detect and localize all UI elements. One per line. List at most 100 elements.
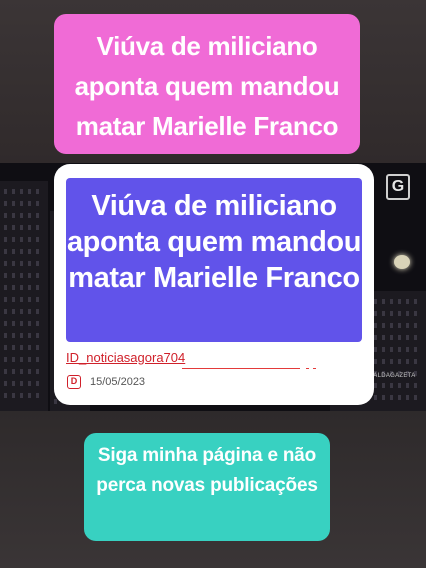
- building-window: [12, 237, 15, 242]
- street-light: [394, 255, 410, 269]
- building-window: [28, 201, 31, 206]
- building-window: [20, 309, 23, 314]
- building-window: [406, 299, 409, 304]
- building-window: [4, 333, 7, 338]
- building-window: [414, 311, 417, 316]
- building-window: [12, 369, 15, 374]
- building: [0, 181, 48, 411]
- building-window: [4, 237, 7, 242]
- building-window: [4, 213, 7, 218]
- building-window: [382, 347, 385, 352]
- building-window: [398, 299, 401, 304]
- building-window: [4, 225, 7, 230]
- building-window: [4, 309, 7, 314]
- building-window: [406, 347, 409, 352]
- building-window: [20, 285, 23, 290]
- tv-logo-icon: G: [386, 174, 410, 200]
- building-window: [28, 297, 31, 302]
- building-window: [382, 395, 385, 400]
- building-window: [28, 189, 31, 194]
- building-window: [398, 347, 401, 352]
- building-window: [398, 323, 401, 328]
- building-window: [36, 213, 39, 218]
- news-card[interactable]: Viúva de miliciano aponta quem mandou ma…: [54, 164, 374, 405]
- building: [370, 291, 426, 411]
- building-window: [28, 381, 31, 386]
- card-divider: [182, 368, 300, 369]
- building-window: [406, 395, 409, 400]
- building-window: [382, 383, 385, 388]
- building-window: [20, 273, 23, 278]
- building-window: [28, 225, 31, 230]
- building-window: [382, 323, 385, 328]
- building-window: [20, 225, 23, 230]
- building-window: [4, 345, 7, 350]
- building-window: [374, 335, 377, 340]
- building-window: [4, 369, 7, 374]
- building-window: [4, 357, 7, 362]
- building-window: [414, 299, 417, 304]
- building-window: [414, 359, 417, 364]
- building-window: [374, 323, 377, 328]
- building-window: [4, 285, 7, 290]
- building-window: [382, 335, 385, 340]
- building-window: [4, 249, 7, 254]
- building-window: [36, 333, 39, 338]
- building-window: [28, 345, 31, 350]
- building-window: [390, 359, 393, 364]
- building-window: [20, 213, 23, 218]
- building-window: [4, 393, 7, 398]
- building-window: [406, 323, 409, 328]
- headline-banner: Viúva de miliciano aponta quem mandou ma…: [54, 14, 360, 154]
- building-window: [28, 333, 31, 338]
- building-window: [20, 345, 23, 350]
- building-window: [20, 189, 23, 194]
- building-window: [374, 347, 377, 352]
- building-window: [406, 383, 409, 388]
- building-window: [398, 335, 401, 340]
- building-window: [4, 273, 7, 278]
- building-window: [12, 321, 15, 326]
- building-window: [4, 261, 7, 266]
- building-window: [4, 381, 7, 386]
- building-window: [36, 237, 39, 242]
- building-window: [406, 359, 409, 364]
- building-window: [12, 297, 15, 302]
- building-window: [374, 299, 377, 304]
- building-window: [28, 369, 31, 374]
- building-window: [20, 357, 23, 362]
- building-window: [12, 393, 15, 398]
- building-window: [36, 201, 39, 206]
- building-window: [36, 225, 39, 230]
- building-window: [12, 345, 15, 350]
- building-window: [36, 261, 39, 266]
- building-window: [20, 321, 23, 326]
- building-window: [4, 189, 7, 194]
- building-window: [28, 249, 31, 254]
- building-window: [36, 321, 39, 326]
- building-window: [12, 285, 15, 290]
- building-window: [406, 335, 409, 340]
- building-window: [12, 333, 15, 338]
- building-window: [12, 249, 15, 254]
- building-window: [20, 369, 23, 374]
- building-window: [28, 393, 31, 398]
- headline-text: Viúva de miliciano aponta quem mandou ma…: [74, 31, 340, 141]
- building-window: [12, 273, 15, 278]
- building-window: [414, 323, 417, 328]
- card-id-link[interactable]: ID_noticiasagora704: [66, 350, 185, 365]
- building-window: [12, 381, 15, 386]
- building-window: [390, 335, 393, 340]
- building-window: [12, 213, 15, 218]
- building-window: [390, 299, 393, 304]
- card-date: 15/05/2023: [90, 376, 146, 388]
- building-window: [36, 297, 39, 302]
- building-window: [414, 347, 417, 352]
- building-window: [20, 393, 23, 398]
- building-window: [390, 347, 393, 352]
- building-window: [414, 383, 417, 388]
- building-window: [20, 333, 23, 338]
- building-window: [4, 201, 7, 206]
- building-window: [12, 225, 15, 230]
- building-window: [36, 249, 39, 254]
